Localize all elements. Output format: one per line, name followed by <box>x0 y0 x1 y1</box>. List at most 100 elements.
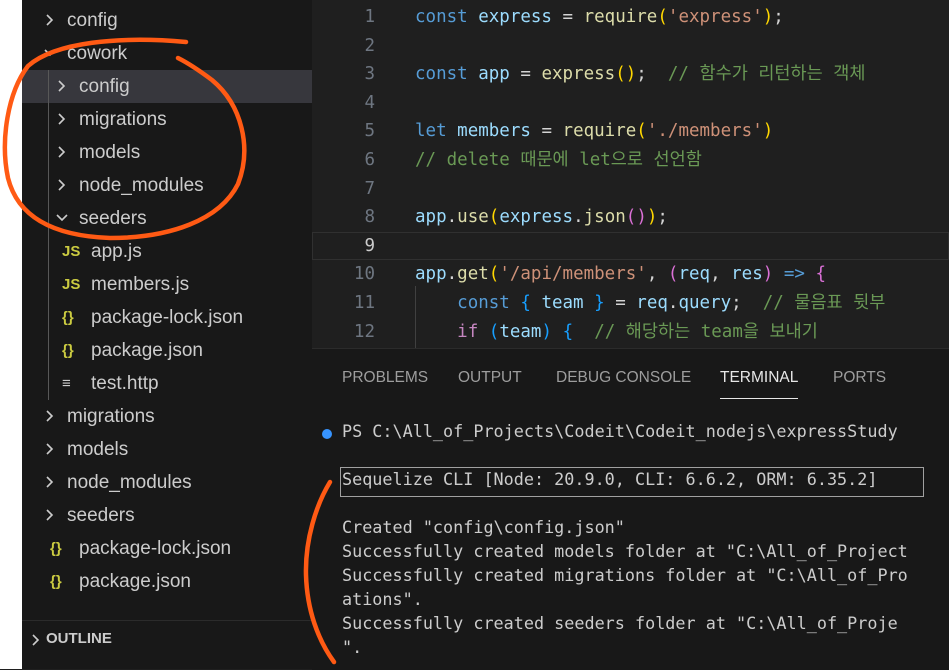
http-file-icon: ≡ <box>62 375 71 392</box>
tree-item-app-js[interactable]: JS app.js <box>22 235 312 268</box>
line-number: 5 <box>364 121 375 142</box>
line-number: 11 <box>353 293 375 313</box>
tree-item-package-json[interactable]: {} package.json <box>22 565 312 598</box>
terminal-line: Successfully created migrations folder a… <box>342 565 908 585</box>
line-number: 6 <box>364 150 375 170</box>
code-token: express <box>478 7 552 27</box>
code-token: { <box>520 293 542 313</box>
tree-item-seeders[interactable]: seeders <box>22 499 312 532</box>
tree-item-test-http[interactable]: ≡ test.http <box>22 367 312 400</box>
tree-item-models[interactable]: models <box>22 433 312 466</box>
code-token: . <box>667 293 679 313</box>
code-token: // 물음표 뒷부 <box>762 293 886 313</box>
code-token: query <box>678 293 732 313</box>
code-token: ) <box>762 7 774 27</box>
outline-label: OUTLINE <box>46 630 112 647</box>
chevron-right-icon <box>42 4 58 37</box>
tree-item-node-modules[interactable]: node_modules <box>22 466 312 499</box>
line-number: 10 <box>353 264 375 285</box>
code-token: const <box>415 7 479 27</box>
tab-terminal[interactable]: TERMINAL <box>720 349 799 407</box>
tree-item-models[interactable]: models <box>22 136 312 169</box>
code-token: get <box>457 264 489 285</box>
tree-item-label: package-lock.json <box>91 307 244 328</box>
bottom-panel: PROBLEMS OUTPUT DEBUG CONSOLE TERMINAL PORTS… <box>312 348 949 670</box>
line-code: let members = require('./members') <box>415 117 773 146</box>
code-token: ; <box>657 207 668 228</box>
tab-debug-console[interactable]: DEBUG CONSOLE <box>556 349 691 407</box>
code-token: const <box>457 293 521 313</box>
line-number: 7 <box>364 178 375 199</box>
tree-item-label: node_modules <box>67 472 192 493</box>
outline-section-header[interactable]: OUTLINE <box>22 620 312 657</box>
code-line: 12 if (team) { // 해당하는 team을 보내기 <box>312 318 949 347</box>
tree-item-package-lock-json[interactable]: {} package-lock.json <box>22 301 312 334</box>
code-token: ( <box>488 321 500 342</box>
tab-problems[interactable]: PROBLEMS <box>342 349 428 407</box>
code-token: () <box>625 207 647 228</box>
tab-output[interactable]: OUTPUT <box>458 349 522 407</box>
code-token: 'express' <box>667 7 763 27</box>
code-editor[interactable]: 1 const express = require('express'); 2 3 co… <box>312 0 949 348</box>
chevron-right-icon <box>54 70 70 103</box>
tree-item-config[interactable]: config <box>22 70 312 103</box>
terminal-line: Sequelize CLI [Node: 20.9.0, CLI: 6.6.2,… <box>342 469 878 489</box>
line-number: 4 <box>364 92 375 113</box>
json-file-icon: {} <box>62 342 74 359</box>
tree-item-seeders[interactable]: seeders <box>22 202 312 235</box>
code-token: ( <box>667 264 679 285</box>
code-token: require <box>562 121 637 142</box>
tree-item-label: config <box>67 10 118 31</box>
code-token: '/api/members' <box>499 264 647 285</box>
tree-item-migrations[interactable]: migrations <box>22 103 312 136</box>
code-token: . <box>573 207 584 228</box>
tree-item-label: node_modules <box>79 175 204 196</box>
code-token: const <box>415 64 479 85</box>
line-code: const app = express(); // 함수가 리턴하는 객체 <box>415 60 865 89</box>
code-token: ) <box>762 264 774 285</box>
code-token: app <box>415 264 447 285</box>
json-file-icon: {} <box>50 540 62 557</box>
code-line: 6 // delete 때문에 let으로 선언함 <box>312 146 949 175</box>
terminal-line: Created "config\config.json" <box>342 517 625 537</box>
code-token: = <box>551 7 584 27</box>
tree-item-label: package.json <box>91 340 203 361</box>
tree-item-config[interactable]: config <box>22 4 312 37</box>
tree-item-label: package-lock.json <box>79 538 232 559</box>
tab-ports[interactable]: PORTS <box>833 349 886 407</box>
tree-item-members-js[interactable]: JS members.js <box>22 268 312 301</box>
code-token: // 해당하는 team을 보내기 <box>594 321 818 342</box>
tree-item-node-modules[interactable]: node_modules <box>22 169 312 202</box>
line-code: const express = require('express'); <box>415 3 784 32</box>
code-token: ; <box>773 7 784 27</box>
tree-item-package-lock-json[interactable]: {} package-lock.json <box>22 532 312 565</box>
code-token: ( <box>657 7 668 27</box>
code-token: require <box>583 7 658 27</box>
code-token: if <box>457 321 489 342</box>
tree-item-label: test.http <box>91 373 159 394</box>
explorer-sidebar: config cowork config migrations models node_m… <box>22 0 312 669</box>
chevron-right-icon <box>54 103 70 136</box>
code-token: ( <box>636 121 647 142</box>
code-token: // delete 때문에 let으로 선언함 <box>415 150 702 170</box>
code-token: ; <box>636 64 668 85</box>
code-token: './members' <box>646 121 763 142</box>
json-file-icon: {} <box>62 309 74 326</box>
code-line: 11 const { team } = req.query; // 물음표 뒷부 <box>312 289 949 318</box>
code-token: app <box>415 207 447 228</box>
code-token: express <box>499 207 574 228</box>
code-token: ( <box>488 264 500 285</box>
chevron-down-icon <box>42 37 58 70</box>
terminal-line: ". <box>342 637 363 657</box>
tree-item-cowork[interactable]: cowork <box>22 37 312 70</box>
code-token: = <box>530 121 563 142</box>
line-number: 2 <box>364 35 375 56</box>
code-token: express <box>541 64 616 85</box>
line-code: app.use(express.json()); <box>415 203 668 232</box>
tree-item-package-json[interactable]: {} package.json <box>22 334 312 367</box>
tree-item-migrations[interactable]: migrations <box>22 400 312 433</box>
code-token: ) <box>762 121 774 142</box>
code-token: ( <box>488 207 500 228</box>
